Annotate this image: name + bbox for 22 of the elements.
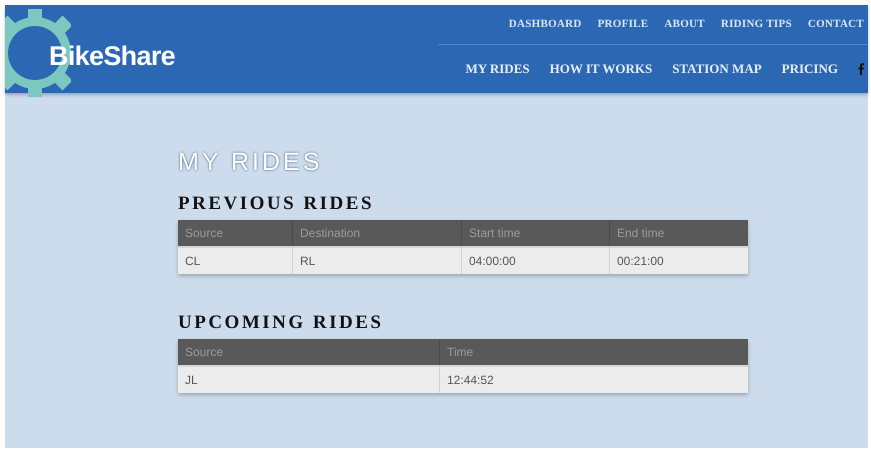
logo-text[interactable]: BikeShare — [49, 36, 175, 76]
nav-link[interactable]: ABOUT — [664, 16, 705, 33]
nav-link[interactable]: RIDING TIPS — [720, 16, 792, 33]
section-heading: PREVIOUS RIDES — [178, 193, 376, 215]
social-icon[interactable] — [858, 62, 864, 74]
table-cell-text: 12:44:52 — [446, 372, 495, 389]
nav-link[interactable]: HOW IT WORKS — [550, 58, 652, 78]
column-header: End time — [616, 225, 666, 242]
table-cell: JL — [178, 367, 440, 393]
column-header: Time — [446, 344, 474, 361]
page-title: MY RIDES — [178, 147, 324, 177]
table-cell: RL — [293, 248, 462, 274]
nav-link[interactable]: PRICING — [782, 58, 838, 78]
section-heading: UPCOMING RIDES — [178, 312, 384, 334]
nav-link[interactable]: STATION MAP — [672, 58, 762, 78]
nav-link[interactable]: PROFILE — [598, 16, 648, 33]
table-cell-text: 00:21:00 — [616, 253, 665, 270]
nav-link[interactable]: CONTACT — [808, 16, 864, 33]
table-cell: CL — [178, 248, 293, 274]
table-cell: 04:00:00 — [462, 248, 610, 274]
nav-link[interactable]: MY RIDES — [465, 58, 530, 78]
nav-link[interactable]: DASHBOARD — [508, 16, 582, 33]
